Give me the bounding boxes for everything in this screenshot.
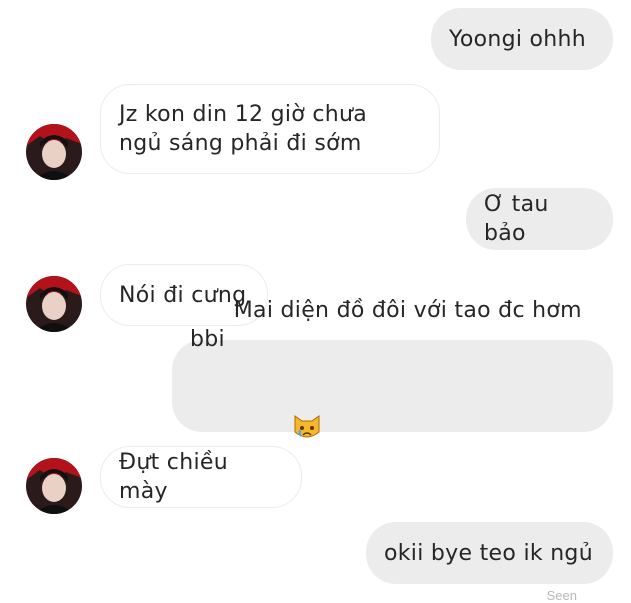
chat-thread: Yoongi ohhh Jz kon din 12 giờ chưa ngủ s… bbox=[0, 0, 631, 603]
message-text: Jz kon din 12 giờ chưa ngủ sáng phải đi … bbox=[119, 102, 367, 156]
message-text: Yoongi ohhh bbox=[449, 26, 587, 52]
contact-avatar[interactable] bbox=[26, 276, 82, 332]
outgoing-message[interactable]: okii bye teo ik ngủ bbox=[366, 522, 613, 584]
message-text: okii bye teo ik ngủ bbox=[384, 540, 593, 566]
message-text: Đựt chiều mày bbox=[119, 450, 236, 504]
outgoing-message[interactable]: Mai diện đồ đôi với tao đc hơm bbi bbox=[172, 298, 613, 437]
seen-status: Seen bbox=[546, 588, 577, 603]
message-text: Mai diện đồ đôi với tao đc hơm bbi bbox=[190, 297, 590, 352]
message-text: Ơ tau bảo bbox=[484, 192, 556, 246]
contact-avatar[interactable] bbox=[26, 458, 82, 514]
incoming-message[interactable]: Jz kon din 12 giờ chưa ngủ sáng phải đi … bbox=[100, 84, 440, 174]
outgoing-message[interactable]: Yoongi ohhh bbox=[431, 8, 613, 70]
incoming-message[interactable]: Đựt chiều mày bbox=[100, 446, 302, 508]
contact-avatar[interactable] bbox=[26, 124, 82, 180]
outgoing-message[interactable]: Ơ tau bảo bbox=[466, 188, 613, 250]
